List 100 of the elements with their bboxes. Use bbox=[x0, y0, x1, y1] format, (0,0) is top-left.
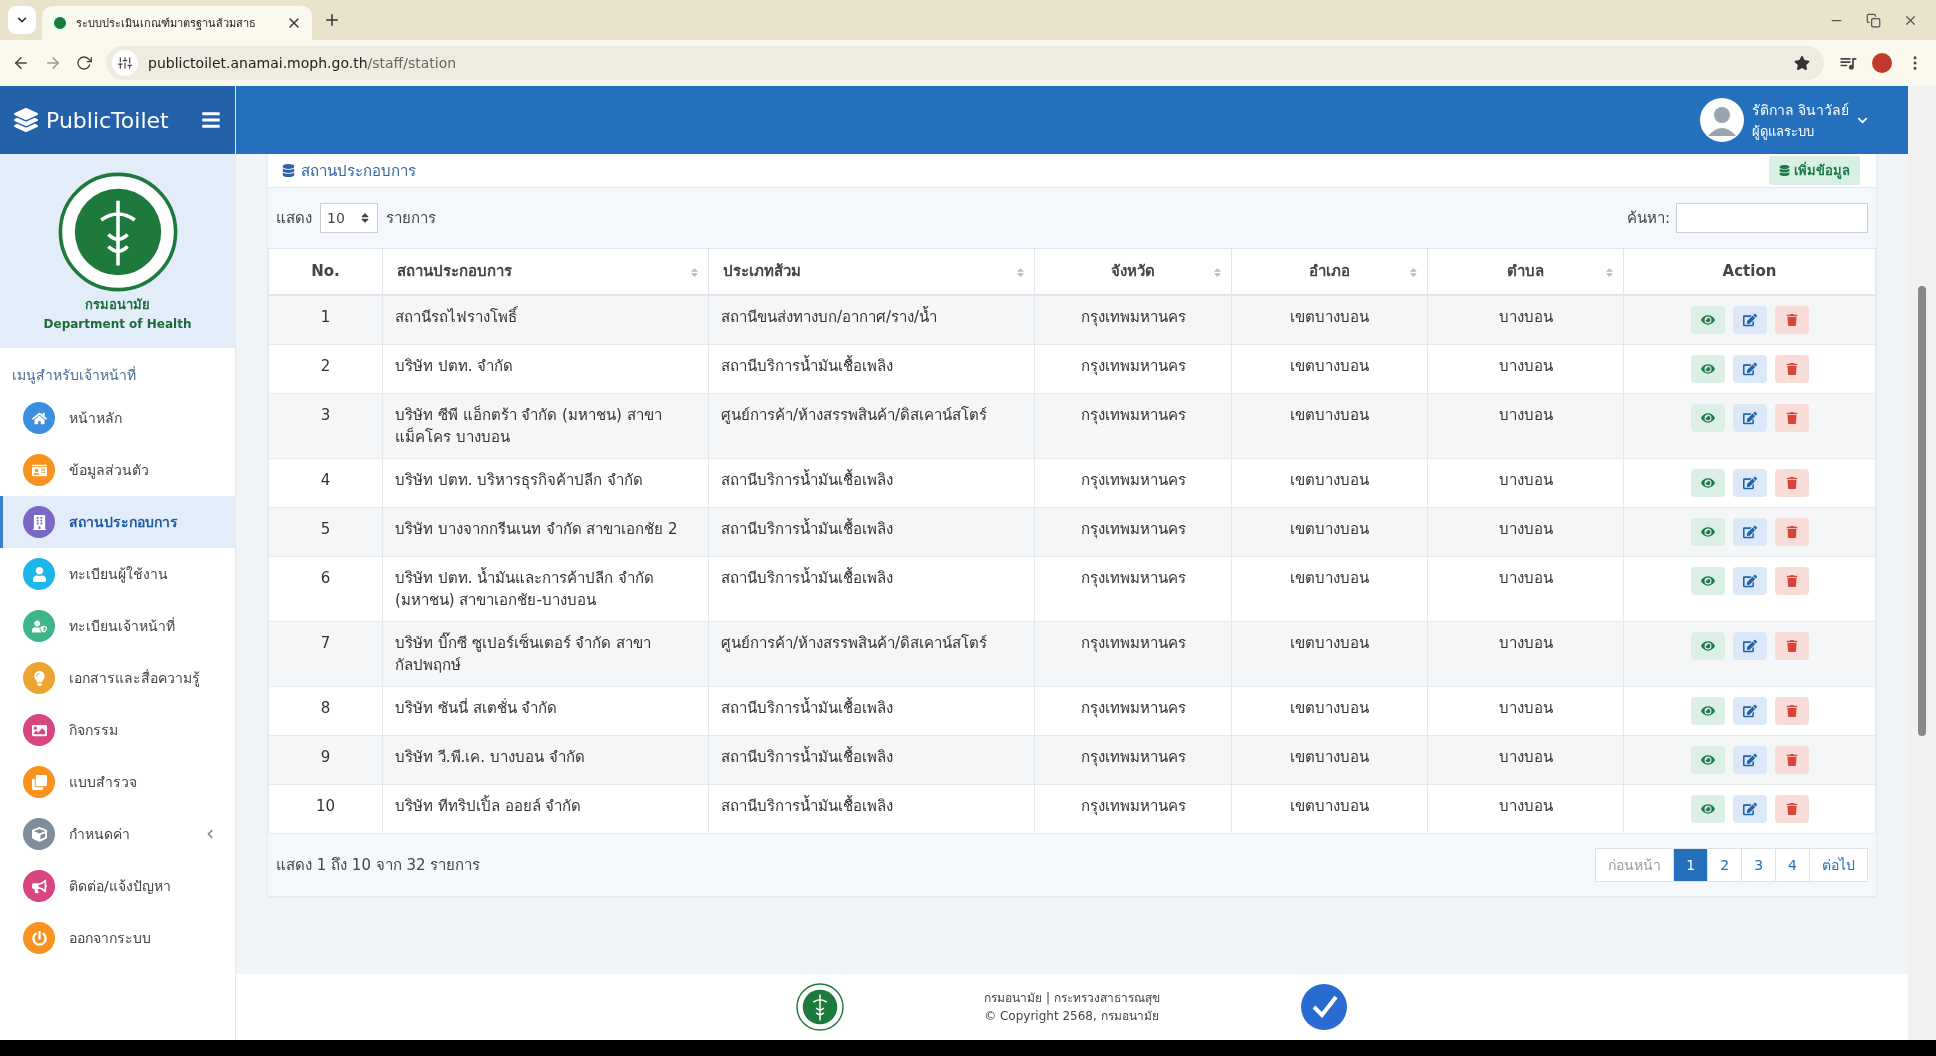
table-cell: 2 bbox=[268, 344, 383, 393]
view-button[interactable] bbox=[1690, 696, 1725, 725]
pagination-link[interactable]: 4 bbox=[1775, 847, 1810, 882]
sidebar-item[interactable]: ข้อมูลส่วนตัว bbox=[0, 444, 235, 496]
sidebar-item[interactable]: ติดต่อ/แจ้งปัญหา bbox=[0, 860, 235, 912]
view-button[interactable] bbox=[1690, 745, 1725, 774]
table-cell: เขตบางบอน bbox=[1231, 621, 1428, 686]
view-button[interactable] bbox=[1690, 631, 1725, 660]
edit-button[interactable] bbox=[1732, 631, 1767, 660]
table-cell: กรุงเทพมหานคร bbox=[1034, 458, 1232, 507]
column-header[interactable]: ประเภทส้วม bbox=[708, 248, 1035, 295]
delete-button[interactable] bbox=[1774, 403, 1809, 432]
table-cell: กรุงเทพมหานคร bbox=[1034, 507, 1232, 556]
trash-icon bbox=[1785, 704, 1798, 717]
sidebar-item[interactable]: แบบสำรวจ bbox=[0, 756, 235, 808]
table-cell: กรุงเทพมหานคร bbox=[1034, 393, 1232, 458]
profile-avatar-icon[interactable] bbox=[1872, 53, 1892, 73]
view-button[interactable] bbox=[1690, 403, 1725, 432]
scrollbar-thumb[interactable] bbox=[1918, 286, 1926, 736]
user-name: รัติกาล จินาวัลย์ bbox=[1751, 100, 1849, 120]
pagination-link[interactable]: ต่อไป bbox=[1809, 847, 1868, 882]
column-header: No. bbox=[268, 248, 383, 295]
edit-button[interactable] bbox=[1732, 468, 1767, 497]
table-cell: บางบอน bbox=[1427, 294, 1624, 344]
view-button[interactable] bbox=[1690, 354, 1725, 383]
table-cell: เขตบางบอน bbox=[1231, 294, 1428, 344]
user-avatar-icon[interactable] bbox=[1699, 98, 1744, 142]
trash-icon bbox=[1785, 802, 1798, 815]
delete-button[interactable] bbox=[1774, 696, 1809, 725]
reload-icon[interactable] bbox=[76, 55, 92, 71]
table-cell: สถานีบริการน้ำมันเชื้อเพลิง bbox=[708, 344, 1035, 393]
edit-icon bbox=[1742, 638, 1757, 653]
table-cell: บางบอน bbox=[1427, 393, 1624, 458]
edit-button[interactable] bbox=[1732, 696, 1767, 725]
restore-icon[interactable] bbox=[1866, 13, 1881, 28]
pagination-link[interactable]: 2 bbox=[1707, 847, 1743, 882]
edit-button[interactable] bbox=[1732, 517, 1767, 546]
page-length-select[interactable]: 10 bbox=[320, 203, 378, 233]
column-header[interactable]: จังหวัด bbox=[1034, 248, 1232, 295]
table-cell: บริษัท บิ๊กซี ซูเปอร์เซ็นเตอร์ จำกัด สาขา กัลปพฤกษ์ bbox=[382, 621, 709, 686]
view-button[interactable] bbox=[1690, 517, 1725, 546]
checkmark-badge-logo bbox=[1299, 983, 1348, 1031]
sidebar-item[interactable]: ทะเบียนเจ้าหน้าที่ bbox=[0, 600, 235, 652]
address-bar[interactable]: publictoilet.anamai.moph.go.th/staff/station bbox=[106, 46, 1824, 80]
column-header[interactable]: ตำบล bbox=[1427, 248, 1624, 295]
table-cell: บริษัท ทีทริปเปิ้ล ออยล์ จำกัด bbox=[382, 784, 709, 833]
edit-button[interactable] bbox=[1732, 354, 1767, 383]
delete-button[interactable] bbox=[1774, 745, 1809, 774]
sidebar-item[interactable]: หน้าหลัก bbox=[0, 392, 235, 444]
table-cell: เขตบางบอน bbox=[1231, 458, 1428, 507]
trash-icon bbox=[1785, 753, 1798, 766]
delete-button[interactable] bbox=[1774, 566, 1809, 595]
edit-button[interactable] bbox=[1732, 745, 1767, 774]
sidebar-item[interactable]: เอกสารและสื่อความรู้ bbox=[0, 652, 235, 704]
pagination-link[interactable]: 3 bbox=[1741, 847, 1777, 882]
sidebar-item[interactable]: ออกจากระบบ bbox=[0, 912, 235, 964]
delete-button[interactable] bbox=[1774, 631, 1809, 660]
sidebar-item[interactable]: กิจกรรม bbox=[0, 704, 235, 756]
column-header[interactable]: สถานประกอบการ bbox=[382, 248, 709, 295]
edit-button[interactable] bbox=[1732, 566, 1767, 595]
sort-icon bbox=[359, 212, 371, 224]
menu-heading: เมนูสำหรับเจ้าหน้าที่ bbox=[11, 365, 137, 386]
table-cell: บางบอน bbox=[1427, 784, 1624, 833]
edit-button[interactable] bbox=[1732, 305, 1767, 334]
delete-button[interactable] bbox=[1774, 305, 1809, 334]
delete-button[interactable] bbox=[1774, 517, 1809, 546]
delete-button[interactable] bbox=[1774, 354, 1809, 383]
delete-button[interactable] bbox=[1774, 468, 1809, 497]
search-field[interactable] bbox=[1676, 203, 1868, 233]
bookmark-star-icon[interactable] bbox=[1794, 55, 1810, 71]
view-button[interactable] bbox=[1690, 566, 1725, 595]
edit-button[interactable] bbox=[1732, 403, 1767, 432]
footer-text: กรมอนามัย | กระทรวงสาธารณสุข bbox=[984, 990, 1160, 1007]
edit-icon bbox=[1742, 410, 1757, 425]
delete-button[interactable] bbox=[1774, 794, 1809, 823]
view-button[interactable] bbox=[1690, 794, 1725, 823]
sidebar-item[interactable]: กำหนดค่า bbox=[0, 808, 235, 860]
table-cell: ศูนย์การค้า/ห้างสรรพสินค้า/ดิสเคาน์สโตร์ bbox=[708, 621, 1035, 686]
table-cell: เขตบางบอน bbox=[1231, 507, 1428, 556]
view-button[interactable] bbox=[1690, 305, 1725, 334]
table-cell: บริษัท ปตท. บริหารธุรกิจค้าปลีก จำกัด bbox=[382, 458, 709, 507]
site-settings-icon[interactable] bbox=[112, 50, 138, 76]
table-cell: กรุงเทพมหานคร bbox=[1034, 344, 1232, 393]
column-header[interactable]: อำเภอ bbox=[1231, 248, 1428, 295]
view-button[interactable] bbox=[1690, 468, 1725, 497]
close-icon[interactable] bbox=[1903, 13, 1918, 28]
sidebar-item[interactable]: สถานประกอบการ bbox=[0, 496, 235, 548]
table-cell: บริษัท ปตท. จำกัด bbox=[382, 344, 709, 393]
back-icon[interactable] bbox=[12, 54, 30, 72]
edit-icon bbox=[1742, 312, 1757, 327]
table-cell: สถานีบริการน้ำมันเชื้อเพลิง bbox=[708, 556, 1035, 621]
pagination-link[interactable]: 1 bbox=[1673, 847, 1709, 882]
sidebar-item[interactable]: ทะเบียนผู้ใช้งาน bbox=[0, 548, 235, 600]
table-cell: กรุงเทพมหานคร bbox=[1034, 686, 1232, 735]
browser-tab[interactable]: ระบบประเมินเกณฑ์มาตรฐานส้วมสาธ bbox=[42, 6, 312, 40]
forward-icon[interactable] bbox=[44, 54, 62, 72]
menu-icon[interactable] bbox=[201, 110, 221, 130]
eye-icon bbox=[1700, 410, 1715, 425]
edit-button[interactable] bbox=[1732, 794, 1767, 823]
add-button[interactable]: เพิ่มข้อมูล bbox=[1769, 156, 1860, 185]
